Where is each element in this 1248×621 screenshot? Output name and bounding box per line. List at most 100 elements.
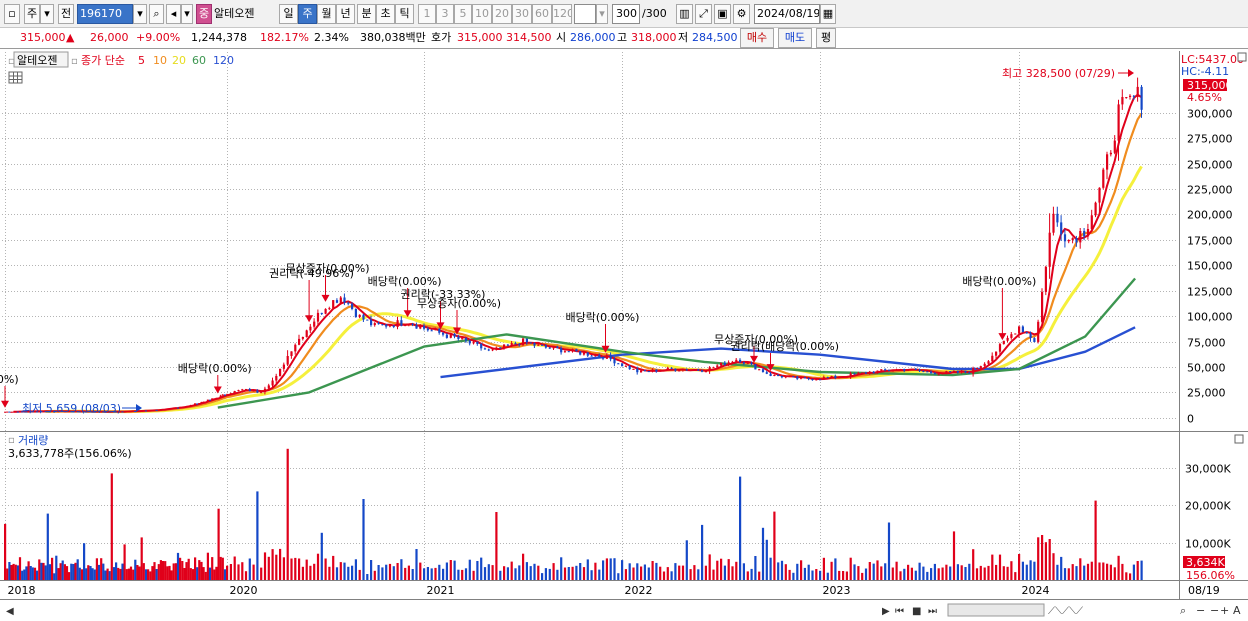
volume-bar — [159, 560, 162, 580]
volume-bar — [1018, 554, 1021, 580]
speaker-icon[interactable]: ◂ — [166, 4, 181, 24]
candle-body — [541, 344, 544, 346]
last-page-icon[interactable]: ⏭ — [928, 606, 937, 617]
candle-body — [987, 361, 990, 364]
candle-body — [1025, 332, 1028, 334]
volume-bar — [332, 555, 335, 580]
volume-bar — [643, 564, 646, 580]
zoom-search-icon[interactable]: ⌕ — [1180, 604, 1186, 617]
volume-bar — [907, 564, 910, 580]
period-year-button[interactable]: 년 — [336, 4, 355, 24]
volume-panel-close-icon[interactable] — [1234, 434, 1244, 444]
volume-bar — [196, 567, 199, 580]
price-tick-label: 250,000 — [1187, 159, 1233, 172]
market-select[interactable]: 주 — [24, 4, 40, 24]
period-month-button[interactable]: 월 — [317, 4, 336, 24]
search-icon[interactable]: ⌕ — [149, 4, 164, 24]
volume-bar — [788, 569, 791, 580]
volume-bar — [1041, 535, 1044, 580]
minus-icon[interactable]: − — [1210, 604, 1219, 617]
interval-3-button[interactable]: 3 — [436, 4, 454, 24]
eval-button[interactable]: 평 — [816, 28, 836, 48]
stock-chart[interactable]: 락(0.00%) 배당락(0.00%) 무상증자(0.00%) 권리락(-49.96%… — [0, 50, 1248, 621]
save-icon[interactable]: ▣ — [714, 4, 731, 24]
interval-20-button[interactable]: 20 — [492, 4, 512, 24]
volume-bar — [102, 563, 105, 580]
prev-button[interactable]: 전 — [58, 4, 74, 24]
indicator-icon[interactable]: ⤢ — [695, 4, 712, 24]
date-input[interactable]: 2024/08/19 — [754, 4, 820, 24]
candle-type-icon[interactable]: ▥ — [676, 4, 693, 24]
candle-body — [609, 355, 612, 360]
candle-body — [159, 409, 162, 411]
interval-dropdown-icon[interactable]: ▾ — [596, 4, 608, 24]
candle-body — [1098, 187, 1101, 203]
candle-body — [972, 368, 975, 374]
market-dropdown-icon[interactable]: ▾ — [40, 4, 54, 24]
period-day-button[interactable]: 일 — [279, 4, 298, 24]
candle-body — [723, 362, 726, 365]
interval-60-button[interactable]: 60 — [532, 4, 552, 24]
table-icon[interactable] — [8, 71, 23, 84]
count-input[interactable]: 300 — [612, 4, 640, 24]
period-tick-button[interactable]: 틱 — [395, 4, 414, 24]
volume-bar — [903, 568, 906, 580]
volume-bar — [271, 549, 274, 580]
candle-body — [1117, 104, 1120, 141]
volume-bar — [354, 559, 357, 580]
volume-bar — [415, 549, 418, 580]
candle-body — [681, 369, 685, 371]
volume-bar — [335, 567, 339, 580]
zoom-out-icon[interactable]: − — [1196, 604, 1205, 617]
period-week-button[interactable]: 주 — [298, 4, 317, 24]
candle-body — [208, 399, 212, 401]
volume-bar — [157, 564, 160, 580]
interval-10-button[interactable]: 10 — [472, 4, 492, 24]
interval-5-button[interactable]: 5 — [454, 4, 472, 24]
calendar-icon[interactable]: ▦ — [820, 4, 836, 24]
scroll-left-icon[interactable]: ◀ — [6, 606, 14, 617]
zoom-in-icon[interactable]: + — [1220, 604, 1229, 617]
volume-bar — [1071, 564, 1074, 580]
interval-120-button[interactable]: 120 — [552, 4, 572, 24]
volume-bar — [1129, 573, 1132, 580]
candle-body — [712, 367, 715, 369]
window-menu-icon[interactable]: ▫ — [4, 4, 20, 24]
drawing-tools-icon[interactable]: ⟋⟍⟋⟍⟋ — [1048, 606, 1083, 617]
stop-icon[interactable]: ■ — [912, 606, 921, 617]
candle-body — [830, 375, 833, 378]
period-second-button[interactable]: 초 — [376, 4, 395, 24]
volume-bar — [343, 562, 346, 580]
low-label: 저 — [678, 31, 689, 44]
interval-1-button[interactable]: 1 — [418, 4, 436, 24]
change-percent: +9.00% — [136, 31, 181, 44]
zoom-slider[interactable] — [947, 603, 1045, 617]
first-page-icon[interactable]: ⏮ — [895, 606, 904, 617]
scroll-right-icon[interactable]: ▶ — [882, 606, 890, 617]
period-minute-button[interactable]: 분 — [357, 4, 376, 24]
gear-icon[interactable]: ⚙ — [733, 4, 750, 24]
stock-code-input[interactable]: 196170 — [77, 4, 133, 24]
volume-bar — [659, 566, 662, 580]
interval-custom-input[interactable] — [574, 4, 596, 24]
speaker-dropdown-icon[interactable]: ▾ — [181, 4, 193, 24]
sell-button[interactable]: 매도 — [778, 28, 812, 48]
volume-bar — [1010, 561, 1013, 580]
volume-bar — [624, 569, 627, 580]
candle-body — [537, 344, 540, 346]
code-dropdown-icon[interactable]: ▾ — [133, 4, 147, 24]
buy-button[interactable]: 매수 — [740, 28, 774, 48]
candle-body — [742, 362, 745, 364]
price-panel-close-icon[interactable] — [1237, 52, 1247, 62]
candle-body — [196, 403, 199, 405]
interval-30-button[interactable]: 30 — [512, 4, 532, 24]
volume-bar — [279, 548, 282, 580]
volume-bar — [1109, 564, 1112, 580]
volume-bar — [594, 562, 597, 580]
volume-bar — [480, 557, 483, 580]
text-size-icon[interactable]: A — [1233, 604, 1241, 617]
volume-bar — [172, 563, 175, 580]
volume-bar — [298, 558, 301, 580]
volume-bar — [864, 568, 868, 580]
volume-bar — [442, 568, 445, 580]
